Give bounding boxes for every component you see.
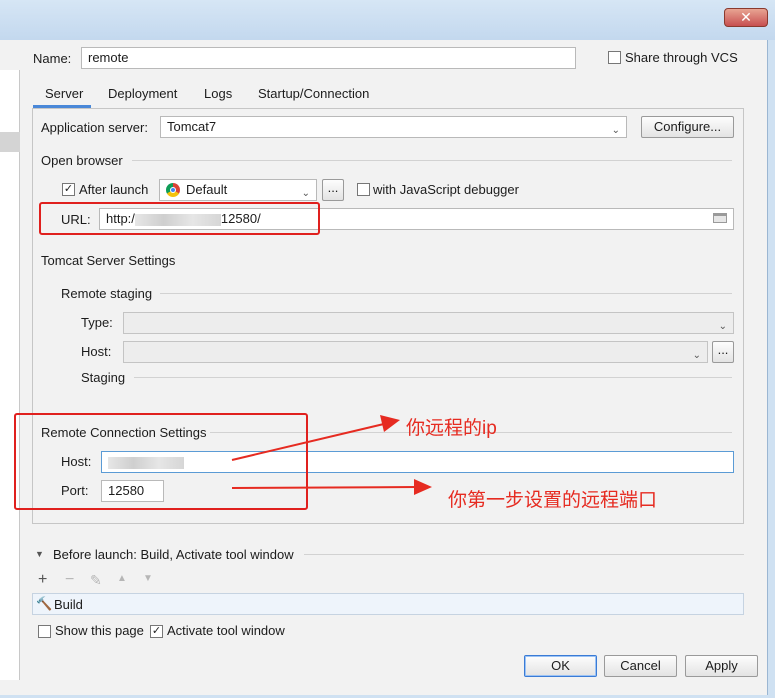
port-arrow-line [231, 486, 419, 489]
build-hammer-icon: 🔨 [36, 596, 53, 611]
edit-pencil-icon[interactable]: ✎ [90, 572, 102, 589]
port-annotation: 你第一步设置的远程端口 [448, 490, 658, 511]
show-page-checkbox[interactable] [38, 625, 51, 638]
add-icon[interactable]: + [38, 571, 47, 589]
remove-icon[interactable]: − [65, 571, 74, 589]
host-arrow-line [231, 422, 389, 461]
apply-button[interactable]: Apply [685, 655, 758, 677]
ok-button[interactable]: OK [524, 655, 597, 677]
activate-tool-window-checkbox[interactable]: ✓ [150, 625, 163, 638]
show-page-label: Show this page [55, 623, 144, 638]
cancel-button[interactable]: Cancel [604, 655, 677, 677]
host-annotation: 你远程的ip [406, 418, 497, 439]
before-launch-separator [304, 554, 744, 555]
collapse-triangle-icon[interactable]: ▼ [35, 549, 44, 559]
list-item[interactable]: Build [54, 597, 83, 612]
port-arrow-head [414, 479, 432, 495]
move-down-icon[interactable]: ▼ [143, 573, 153, 584]
move-up-icon[interactable]: ▲ [117, 573, 127, 584]
before-launch-list[interactable]: 🔨 Build [32, 593, 744, 615]
activate-tool-window-label: Activate tool window [167, 623, 285, 638]
host-arrow-head [380, 415, 400, 432]
before-launch-label: Before launch: Build, Activate tool wind… [53, 547, 294, 562]
